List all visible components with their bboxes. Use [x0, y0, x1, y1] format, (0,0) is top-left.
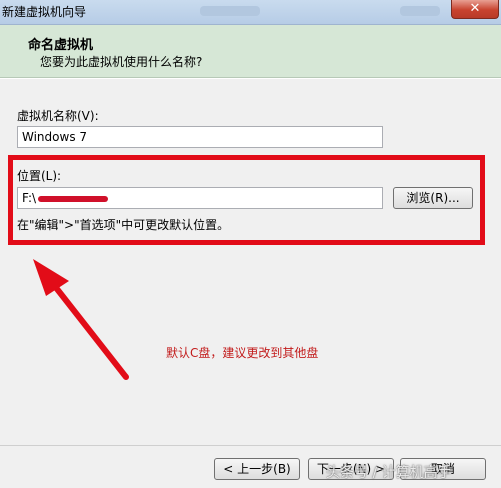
footer-divider — [0, 445, 501, 446]
annotation-text: 默认C盘，建议更改到其他盘 — [166, 346, 319, 360]
annotation-arrow-layer — [33, 259, 129, 380]
watermark: 头条号 / 计算机高手 — [326, 465, 452, 481]
arrow-head-icon — [33, 259, 69, 296]
back-button[interactable]: < 上一步(B) — [214, 458, 300, 480]
arrow-shaft — [47, 277, 129, 380]
